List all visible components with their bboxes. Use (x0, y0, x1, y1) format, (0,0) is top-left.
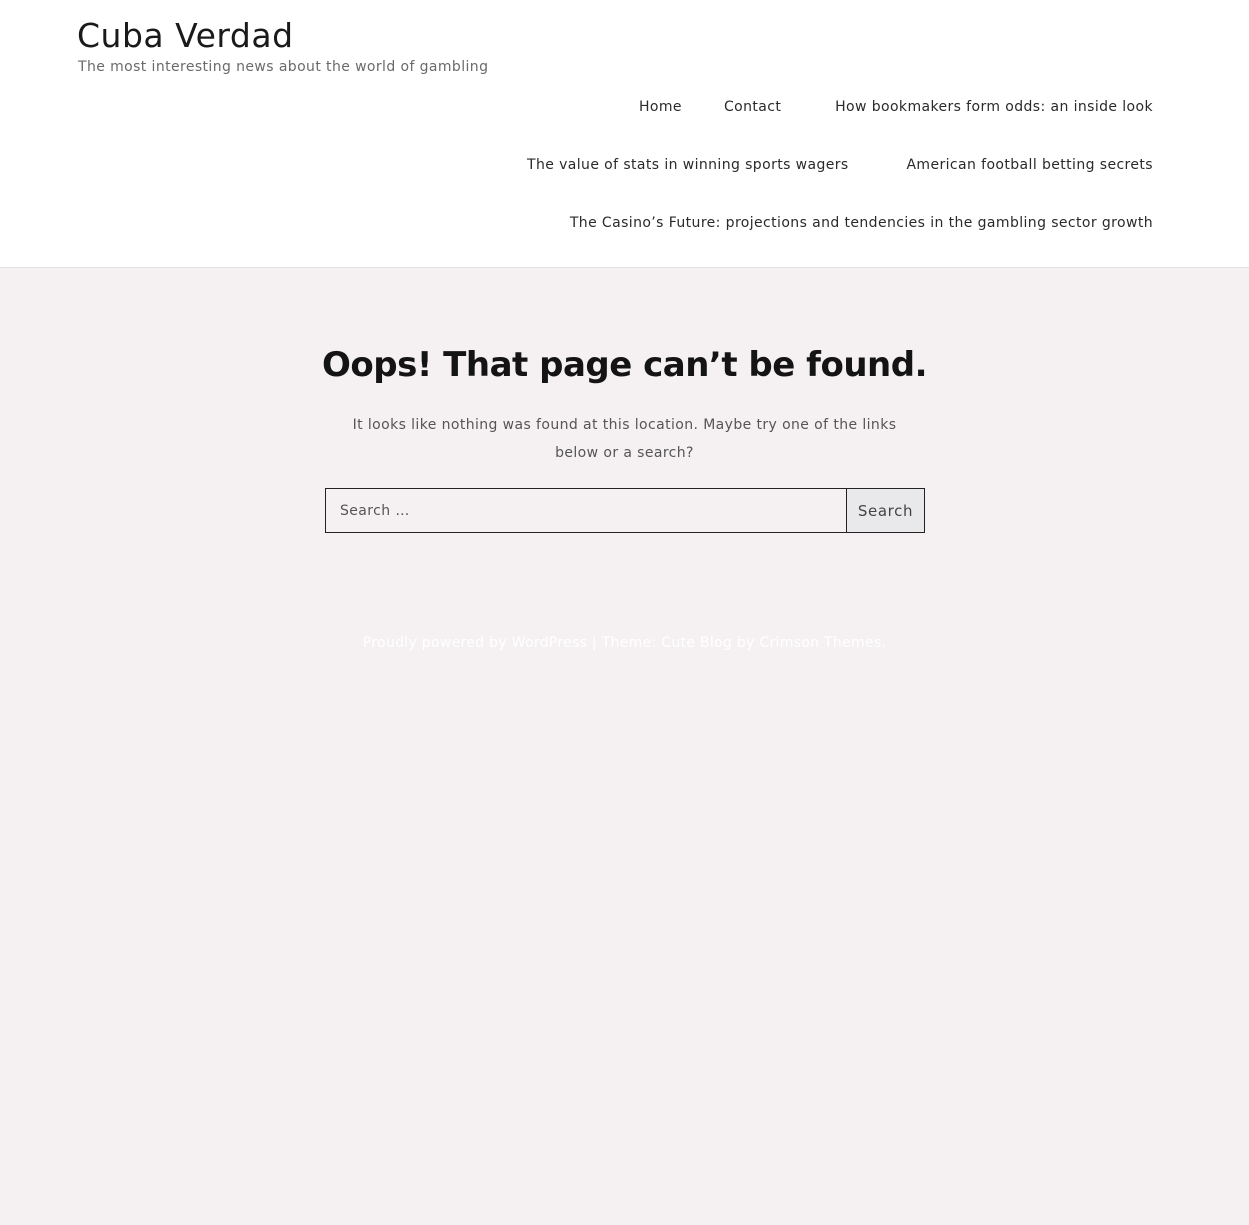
footer-separator: | (587, 635, 602, 651)
nav-item-american-football[interactable]: American football betting secrets (906, 156, 1153, 174)
nav-item-contact[interactable]: Contact (724, 98, 781, 116)
wordpress-link[interactable]: Proudly powered by WordPress (363, 635, 587, 651)
site-header: Cuba Verdad The most interesting news ab… (0, 0, 1249, 268)
crimson-themes-link[interactable]: Crimson Themes (759, 635, 881, 651)
footer-theme-text: Theme: Cute Blog by (601, 635, 755, 651)
site-footer: Proudly powered by WordPress | Theme: Cu… (0, 633, 1249, 653)
search-button[interactable]: Search (847, 489, 924, 532)
search-form: Search (325, 488, 925, 533)
site-title[interactable]: Cuba Verdad (77, 14, 294, 58)
nav-item-stats-wagers[interactable]: The value of stats in winning sports wag… (527, 156, 849, 174)
search-input[interactable] (326, 489, 847, 532)
nav-item-casino-future[interactable]: The Casino’s Future: projections and ten… (570, 214, 1153, 232)
nav-item-bookmakers-odds[interactable]: How bookmakers form odds: an inside look (835, 98, 1153, 116)
site-tagline: The most interesting news about the worl… (78, 59, 489, 75)
page-title: Oops! That page can’t be found. (322, 345, 927, 385)
nav-item-home[interactable]: Home (639, 98, 682, 116)
footer-period: . (881, 635, 887, 651)
error-message: It looks like nothing was found at this … (352, 417, 897, 461)
